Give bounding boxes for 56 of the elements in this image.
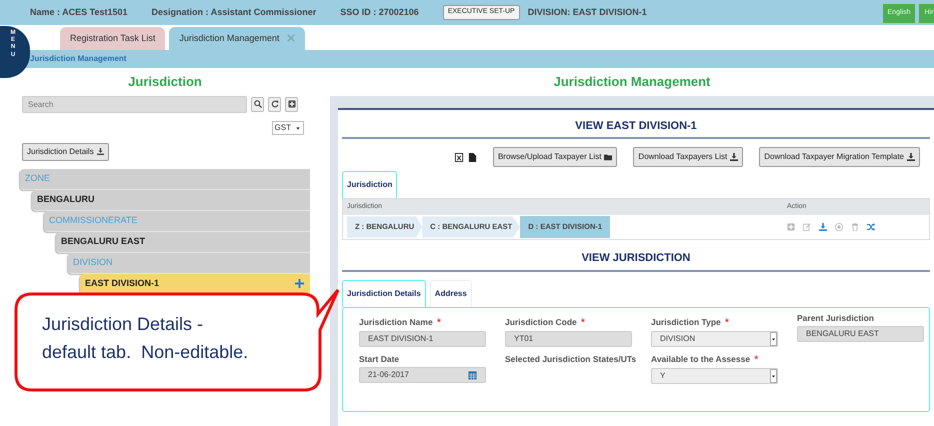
refresh-icon (270, 100, 278, 108)
caret-icon (295, 124, 301, 130)
tab[interactable]: Registration Task List (60, 26, 166, 50)
division-label: DIVISION: EAST DIVISION-1 (528, 6, 647, 19)
required-marker: * (724, 318, 730, 326)
required-marker: * (754, 354, 758, 364)
folder-icon (604, 153, 612, 161)
caret-icon (770, 332, 777, 346)
plus-icon[interactable] (295, 279, 304, 288)
field-label: Selected Jurisdiction States/UTs (505, 354, 638, 364)
tab[interactable]: Jurisdiction Details (342, 280, 426, 306)
download-icon (907, 153, 915, 161)
refresh-button[interactable] (268, 96, 281, 112)
action-button[interactable]: Download Taxpayers List (633, 147, 744, 167)
date-field[interactable]: 21-06-2017 (359, 367, 486, 384)
sso-id: SSO ID : 27002106 (340, 6, 419, 19)
search-button[interactable] (251, 96, 264, 112)
download-icon[interactable] (819, 223, 827, 231)
spreadsheet-icon[interactable] (454, 152, 464, 162)
tree-item[interactable]: BENGALURU (32, 190, 310, 210)
user-name: Name : ACES Test1501 (30, 6, 128, 19)
section-title: VIEW EAST DIVISION-1 (342, 110, 930, 139)
field-label: Jurisdiction Name (359, 318, 433, 326)
field-label: Parent Jurisdiction (797, 314, 875, 322)
field-label: Jurisdiction Code (505, 318, 577, 326)
section-title: VIEW JURISDICTION (342, 240, 930, 272)
add-icon (288, 100, 296, 108)
caret-icon (770, 368, 777, 382)
required-marker: * (436, 318, 441, 326)
add-button[interactable] (285, 96, 298, 112)
filter-select[interactable]: GST (272, 120, 304, 134)
panel-title: Jurisdiction Management (552, 73, 712, 91)
document-icon[interactable] (468, 152, 477, 162)
select-field[interactable]: Y (651, 368, 778, 384)
search-field[interactable]: Search (22, 96, 247, 112)
callout-text: Jurisdiction Details - default tab. Non-editable. (42, 313, 248, 364)
tab[interactable]: Jurisdiction Management (169, 26, 306, 50)
field-label: Available to the Assesse (651, 354, 750, 364)
download-icon (730, 153, 738, 161)
download-icon (96, 148, 104, 155)
select-field[interactable]: DIVISION (651, 330, 778, 346)
field-label: Jurisdiction Type (651, 318, 721, 326)
tree-item[interactable]: BENGALURU EAST (56, 232, 310, 252)
panel-title: Jurisdiction (127, 73, 203, 91)
action-button[interactable]: Download Taxpayer Migration Template (759, 147, 920, 167)
tab[interactable]: Jurisdiction (342, 171, 398, 198)
field-label: Start Date (359, 354, 400, 364)
search-icon (254, 100, 262, 108)
user-designation: Designation : Assistant Commissioner (152, 6, 316, 19)
shuffle-icon[interactable] (867, 223, 875, 231)
jurisdiction-details-button[interactable]: Jurisdiction Details (22, 142, 109, 160)
breadcrumb-text: Jurisdiction Management (30, 53, 126, 65)
action-button[interactable]: Browse/Upload Taxpayer List (492, 147, 618, 167)
required-marker: * (580, 318, 586, 326)
tab[interactable]: Address (430, 280, 472, 306)
calendar-icon[interactable] (468, 370, 477, 380)
